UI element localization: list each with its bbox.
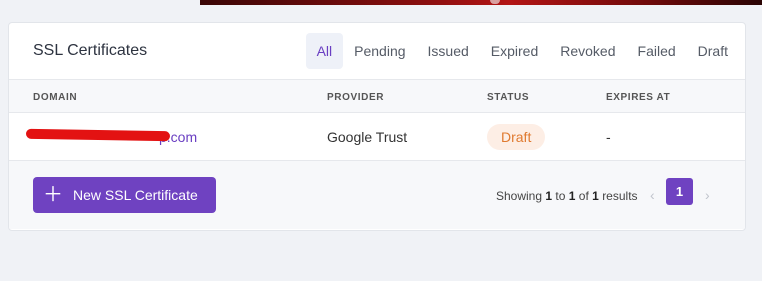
chevron-right-icon[interactable]: › [705, 187, 710, 203]
tab-revoked[interactable]: Revoked [549, 33, 626, 69]
of-word: of [578, 189, 589, 203]
tab-expired[interactable]: Expired [480, 33, 549, 69]
new-ssl-certificate-label: New SSL Certificate [73, 187, 198, 203]
results-total: 1 [592, 189, 599, 203]
column-header-status: STATUS [487, 92, 530, 103]
column-header-provider: PROVIDER [327, 92, 385, 103]
table-row[interactable]: p.com Google Trust Draft - [9, 113, 745, 161]
ssl-certificates-card: SSL Certificates All Pending Issued Expi… [8, 22, 746, 231]
top-banner-image [200, 0, 762, 5]
tab-draft[interactable]: Draft [687, 33, 739, 69]
column-header-expires-at: EXPIRES AT [606, 92, 671, 103]
plus-icon: ＋ [43, 184, 63, 206]
banner-detail [490, 0, 500, 4]
results-summary: Showing 1 to 1 of 1 results [496, 189, 638, 203]
chevron-left-icon[interactable]: ‹ [650, 187, 655, 203]
card-footer: ＋ New SSL Certificate Showing 1 to 1 of … [9, 161, 745, 229]
results-word: results [602, 189, 638, 203]
page-button-1[interactable]: 1 [666, 178, 693, 205]
results-from: 1 [545, 189, 553, 203]
provider-cell: Google Trust [327, 129, 408, 145]
redaction-mark [25, 128, 171, 142]
tab-issued[interactable]: Issued [417, 33, 480, 69]
card-header: SSL Certificates All Pending Issued Expi… [9, 23, 745, 80]
page-title: SSL Certificates [33, 42, 148, 59]
to-word: to [555, 189, 566, 203]
status-badge: Draft [487, 124, 546, 150]
status-filter-tabs: All Pending Issued Expired Revoked Faile… [305, 33, 739, 69]
showing-prefix: Showing [496, 189, 543, 203]
tab-failed[interactable]: Failed [627, 33, 687, 69]
expires-at-cell: - [606, 129, 611, 145]
column-header-domain: DOMAIN [33, 92, 78, 103]
tab-all[interactable]: All [305, 33, 344, 69]
new-ssl-certificate-button[interactable]: ＋ New SSL Certificate [33, 177, 216, 213]
tab-pending[interactable]: Pending [343, 33, 416, 69]
results-to: 1 [568, 189, 576, 203]
table-header: DOMAIN PROVIDER STATUS EXPIRES AT [9, 80, 745, 113]
